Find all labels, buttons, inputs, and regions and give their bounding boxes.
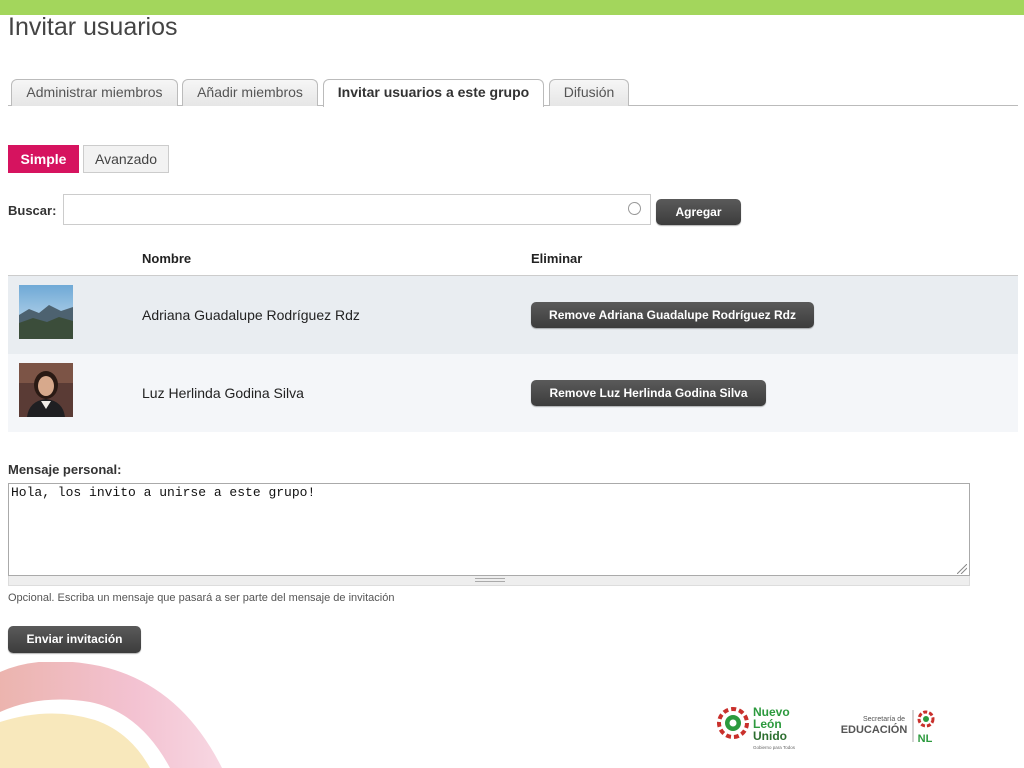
logo-text-educacion: EDUCACIÓN xyxy=(841,723,908,736)
grip-lines-icon xyxy=(475,578,505,582)
avatar xyxy=(19,285,73,339)
landscape-photo-icon xyxy=(19,285,73,339)
tab-anadir-miembros[interactable]: Añadir miembros xyxy=(182,79,318,106)
personal-message-label: Mensaje personal: xyxy=(8,462,122,477)
member-name: Adriana Guadalupe Rodríguez Rdz xyxy=(142,307,360,323)
add-button[interactable]: Agregar xyxy=(656,199,741,225)
resize-corner-icon[interactable] xyxy=(957,564,967,574)
simple-mode-button[interactable]: Simple xyxy=(8,145,79,173)
search-label: Buscar: xyxy=(8,203,57,218)
autocomplete-throbber-icon xyxy=(628,202,641,215)
search-input[interactable] xyxy=(63,194,651,225)
logo-tagline: Gobierno para Todos xyxy=(753,745,796,750)
person-photo-icon xyxy=(19,363,73,417)
tab-invitar-usuarios[interactable]: Invitar usuarios a este grupo xyxy=(323,79,544,107)
message-help-text: Opcional. Escriba un mensaje que pasará … xyxy=(8,592,395,604)
tab-difusion[interactable]: Difusión xyxy=(549,79,629,106)
column-header-remove: Eliminar xyxy=(531,251,583,266)
tab-bar: Administrar miembros Añadir miembros Inv… xyxy=(8,79,1018,107)
table-row: Adriana Guadalupe Rodríguez Rdz Remove A… xyxy=(8,276,1018,354)
personal-message-textarea[interactable]: Hola, los invito a unirse a este grupo! xyxy=(8,483,970,576)
member-name: Luz Herlinda Godina Silva xyxy=(142,385,304,401)
page-title: Invitar usuarios xyxy=(8,13,178,41)
table-row: Luz Herlinda Godina Silva Remove Luz Her… xyxy=(8,354,1018,432)
remove-member-button[interactable]: Remove Luz Herlinda Godina Silva xyxy=(531,380,766,406)
logo-text-unido: Unido xyxy=(753,729,787,743)
logo-text-secretaria: Secretaría de xyxy=(863,716,905,723)
secretaria-educacion-nl-logo: Secretaría de EDUCACIÓN NL xyxy=(841,710,935,745)
remove-member-button[interactable]: Remove Adriana Guadalupe Rodríguez Rdz xyxy=(531,302,814,328)
send-invitation-button[interactable]: Enviar invitación xyxy=(8,626,141,653)
advanced-mode-button[interactable]: Avanzado xyxy=(83,145,169,173)
tab-administrar-miembros[interactable]: Administrar miembros xyxy=(11,79,178,106)
nuevo-leon-unido-logo: Nuevo León Unido Gobierno para Todos xyxy=(717,705,796,750)
avatar xyxy=(19,363,73,417)
textarea-resize-handle[interactable] xyxy=(8,576,970,586)
column-header-name: Nombre xyxy=(142,251,192,266)
logo-text-nl: NL xyxy=(918,733,933,745)
decorative-arc-graphic xyxy=(0,662,222,768)
